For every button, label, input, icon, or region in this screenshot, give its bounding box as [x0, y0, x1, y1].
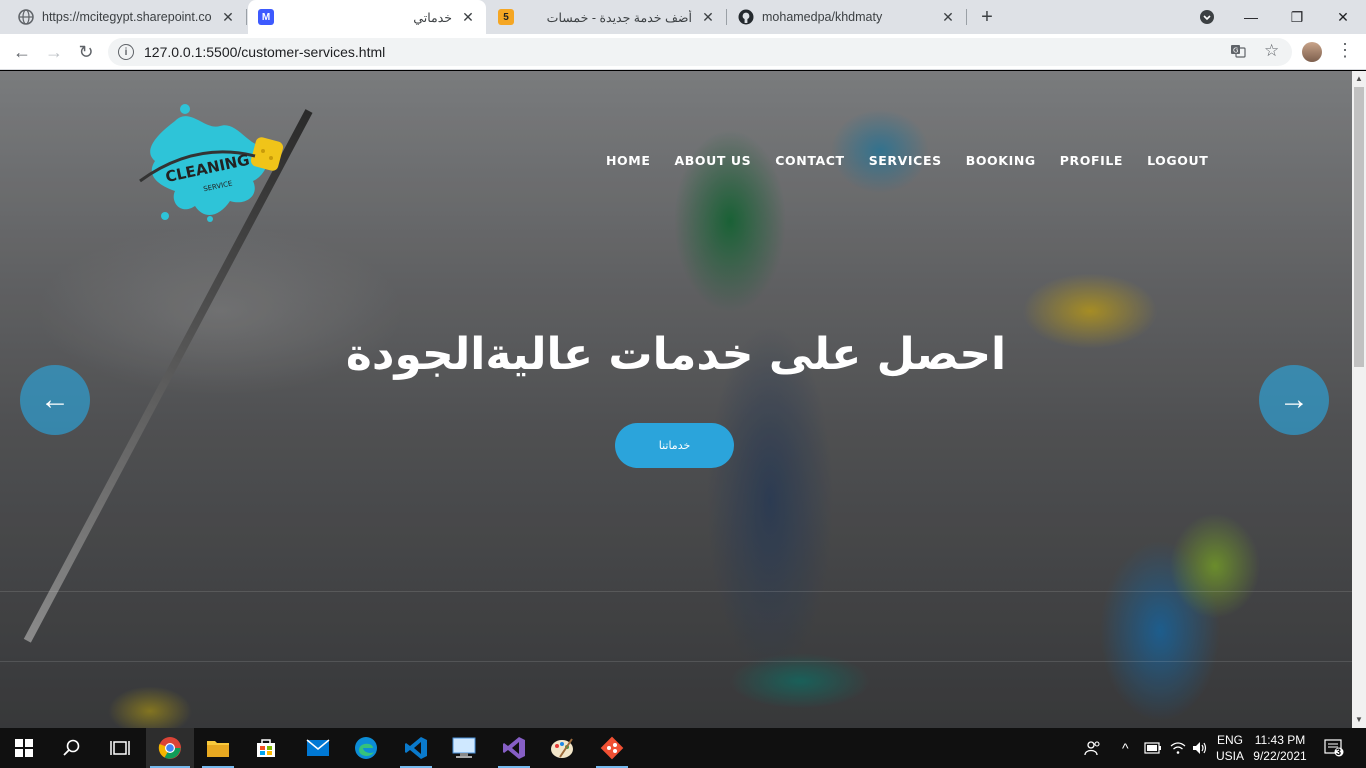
tab-separator	[966, 9, 967, 25]
start-windows-icon[interactable]	[0, 728, 48, 768]
url-text: 127.0.0.1:5500/customer-services.html	[144, 44, 386, 60]
nav-contact[interactable]: CONTACT	[775, 153, 844, 168]
tab-search-icon[interactable]	[1184, 0, 1230, 34]
tab-khamsat[interactable]: 5 أضف خدمة جديدة - خمسات ✕	[488, 0, 726, 34]
paint-icon[interactable]	[538, 728, 586, 768]
bookmark-star-icon[interactable]: ☆	[1264, 41, 1279, 61]
close-tab-icon[interactable]: ✕	[220, 9, 236, 25]
close-tab-icon[interactable]: ✕	[460, 9, 476, 25]
web-page: CLEANING SERVICE HOME ABOUT US CONTACT S…	[0, 71, 1366, 728]
reload-icon[interactable]: ↻	[72, 38, 100, 66]
close-tab-icon[interactable]: ✕	[940, 9, 956, 25]
nav-about-us[interactable]: ABOUT US	[674, 153, 751, 168]
notification-count-badge: 3	[1336, 747, 1342, 757]
volume-icon[interactable]	[1192, 728, 1208, 768]
nav-profile[interactable]: PROFILE	[1060, 153, 1123, 168]
address-bar[interactable]: i 127.0.0.1:5500/customer-services.html …	[108, 38, 1292, 66]
clock-date: 9/22/2021	[1253, 749, 1307, 763]
tab-separator	[246, 9, 247, 25]
windows-taskbar: ^ ENG USIA 11:43 PM 9/22/2021 3	[0, 728, 1366, 768]
remote-desktop-icon[interactable]	[440, 728, 488, 768]
lang-bottom: USIA	[1215, 749, 1244, 763]
tab-title: https://mcitegypt.sharepoint.com	[42, 10, 212, 24]
notification-center-icon[interactable]: 3	[1324, 728, 1344, 768]
nav-booking[interactable]: BOOKING	[966, 153, 1036, 168]
tab-github[interactable]: mohamedpa/khdmaty ✕	[728, 0, 966, 34]
system-clock[interactable]: 11:43 PM 9/22/2021	[1250, 732, 1310, 764]
file-explorer-icon[interactable]	[194, 728, 242, 768]
battery-icon[interactable]	[1144, 728, 1162, 768]
khamsat-5-icon: 5	[498, 9, 514, 25]
carousel-next-arrow-icon[interactable]: →	[1259, 365, 1329, 435]
close-window-icon[interactable]: ✕	[1320, 0, 1366, 34]
show-hidden-icons-chevron-icon[interactable]: ^	[1122, 728, 1129, 768]
svg-text:G: G	[1233, 47, 1238, 55]
carousel-prev-arrow-icon[interactable]: ←	[20, 365, 90, 435]
close-tab-icon[interactable]: ✕	[700, 9, 716, 25]
page-scrollbar[interactable]: ▲ ▼	[1352, 71, 1366, 728]
tab-title: خدماتي	[413, 10, 452, 25]
task-view-icon[interactable]	[96, 728, 144, 768]
scrollbar-thumb[interactable]	[1354, 87, 1364, 367]
search-icon[interactable]	[48, 728, 96, 768]
github-icon	[738, 9, 754, 25]
our-services-button[interactable]: خدماتنا	[615, 423, 734, 468]
browser-toolbar: ← → ↻ i 127.0.0.1:5500/customer-services…	[0, 34, 1366, 70]
vscode-icon[interactable]	[392, 728, 440, 768]
visual-studio-icon[interactable]	[490, 728, 538, 768]
cleaning-service-logo[interactable]: CLEANING SERVICE	[135, 101, 285, 231]
scroll-up-icon[interactable]: ▲	[1355, 74, 1363, 83]
nav-services[interactable]: SERVICES	[869, 153, 942, 168]
edge-icon[interactable]	[342, 728, 390, 768]
wifi-icon[interactable]	[1170, 728, 1186, 768]
tab-title: أضف خدمة جديدة - خمسات	[546, 10, 692, 25]
hero-headline: احصل على خدمات عاليةالجودة	[345, 329, 1007, 380]
back-arrow-icon[interactable]: ←	[8, 38, 36, 66]
clock-time: 11:43 PM	[1254, 733, 1306, 747]
new-tab-button[interactable]: +	[976, 6, 998, 28]
restore-icon[interactable]: ❐	[1274, 0, 1320, 34]
main-nav: HOME ABOUT US CONTACT SERVICES BOOKING P…	[606, 153, 1232, 168]
tab-separator	[726, 9, 727, 25]
floor-tile-line	[0, 661, 1352, 662]
globe-icon	[18, 9, 34, 25]
site-info-icon[interactable]: i	[118, 44, 134, 60]
mail-icon[interactable]	[294, 728, 342, 768]
people-icon[interactable]	[1084, 728, 1102, 768]
minimize-icon[interactable]: —	[1228, 0, 1274, 34]
m-plus-icon: M	[258, 9, 274, 25]
microsoft-store-icon[interactable]	[242, 728, 290, 768]
profile-avatar[interactable]	[1302, 42, 1322, 62]
tab-sharepoint[interactable]: https://mcitegypt.sharepoint.com ✕	[8, 0, 246, 34]
tab-khdmaty[interactable]: M خدماتي ✕	[248, 0, 486, 34]
browser-menu-icon[interactable]: ⋮	[1336, 40, 1354, 61]
floor-tile-line	[0, 591, 1352, 592]
chrome-icon[interactable]	[146, 728, 194, 768]
tab-title: mohamedpa/khdmaty	[762, 10, 883, 24]
git-icon[interactable]	[588, 728, 636, 768]
browser-tab-strip: https://mcitegypt.sharepoint.com ✕ M خدم…	[0, 0, 1366, 34]
lang-top: ENG	[1216, 733, 1243, 747]
input-language-indicator[interactable]: ENG USIA	[1212, 732, 1248, 764]
scroll-down-icon[interactable]: ▼	[1355, 715, 1363, 724]
nav-logout[interactable]: LOGOUT	[1147, 153, 1208, 168]
translate-icon[interactable]: G	[1230, 43, 1246, 63]
nav-home[interactable]: HOME	[606, 153, 650, 168]
forward-arrow-icon[interactable]: →	[40, 38, 68, 66]
